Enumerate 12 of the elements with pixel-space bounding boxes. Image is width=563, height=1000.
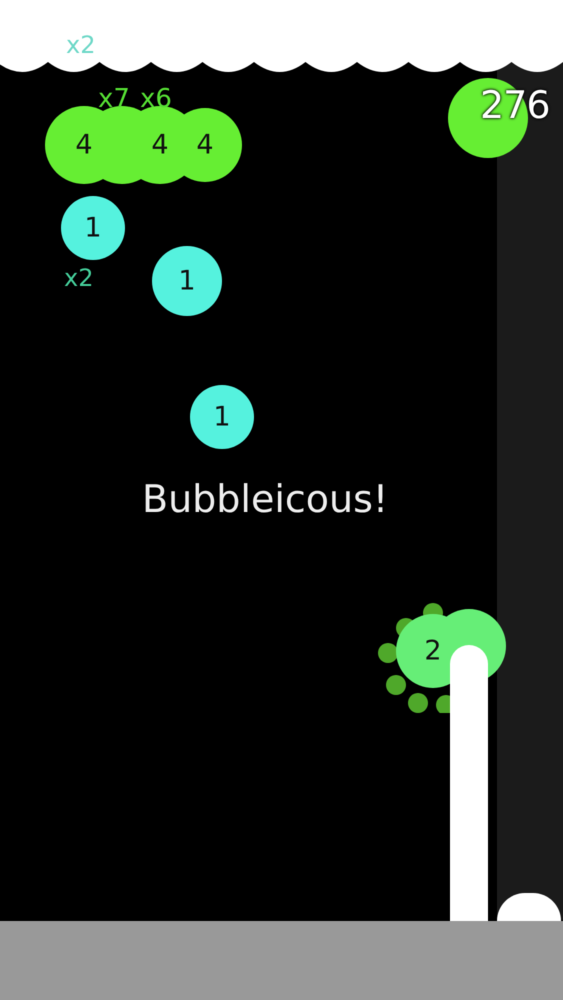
bubble-number: 4 (196, 132, 214, 158)
bubble-number: 2 (424, 638, 442, 664)
bubble-number: 1 (178, 268, 196, 294)
bubble-number: 4 (75, 132, 93, 158)
combo-label: x2 (66, 33, 96, 57)
combo-label: x2 (64, 266, 94, 290)
bubble-number: 1 (84, 214, 102, 242)
message-text: Bubbleicous! (142, 480, 388, 518)
bubble-number: 1 (213, 404, 231, 430)
combo-label: x7 (98, 86, 130, 112)
combo-label: x6 (140, 86, 172, 112)
bubble-number: 4 (151, 132, 169, 158)
